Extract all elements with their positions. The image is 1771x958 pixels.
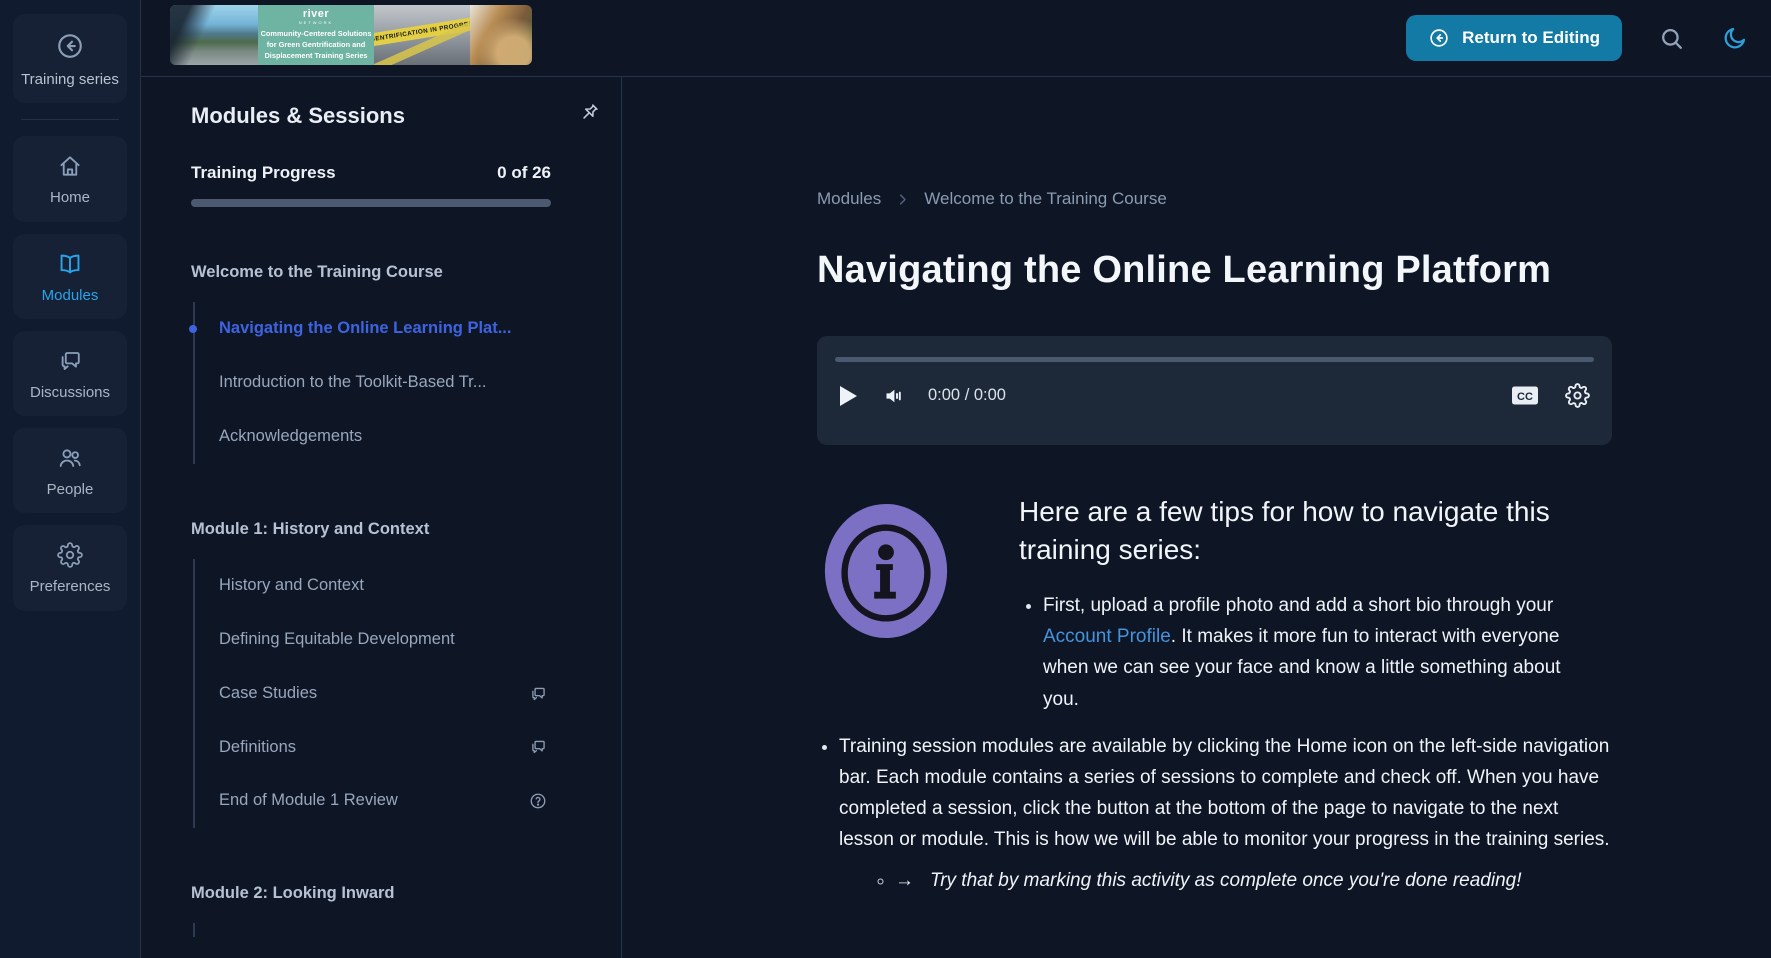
captions-button[interactable]: CC	[1511, 385, 1539, 406]
rail-divider	[21, 119, 119, 121]
progress-bar	[191, 199, 551, 207]
banner-photo-gentrification: GENTRIFICATION IN PROGRESS	[374, 5, 470, 65]
breadcrumb: Modules Welcome to the Training Course	[817, 189, 1612, 209]
info-icon	[817, 501, 955, 641]
rail-item-label: Discussions	[29, 383, 111, 401]
session-item[interactable]: Acknowledgements	[219, 410, 551, 464]
page-title: Navigating the Online Learning Platform	[817, 249, 1552, 291]
back-label: Training series	[21, 71, 119, 88]
chevron-right-icon	[895, 192, 910, 207]
module-section-title: Welcome to the Training Course	[191, 263, 443, 281]
sidebar-item-preferences[interactable]: Preferences	[13, 525, 127, 611]
seek-bar[interactable]	[835, 336, 1594, 362]
gear-icon	[57, 542, 83, 569]
tip-item-profile: First, upload a profile photo and add a …	[1043, 590, 1591, 715]
volume-button[interactable]	[882, 384, 906, 408]
session-item[interactable]: Definitions	[219, 721, 551, 775]
banner-photo-riverwalk	[170, 5, 258, 65]
tip-subitem-mark-complete: →Try that by marking this activity as co…	[895, 865, 1612, 896]
session-item[interactable]: History and Context	[219, 559, 551, 613]
discussion-icon	[529, 738, 547, 756]
progress-count: 0 of 26	[497, 163, 551, 182]
pin-panel-button[interactable]	[576, 101, 601, 126]
quiz-question-icon	[529, 792, 547, 810]
back-to-training-series[interactable]: Training series	[13, 14, 127, 104]
modules-sessions-panel: Modules & Sessions Training Progress 0 o…	[141, 77, 622, 958]
rail-item-label: Modules	[41, 286, 99, 304]
discussion-icon	[529, 685, 547, 703]
player-controls: 0:00 / 0:00 CC	[817, 383, 1612, 408]
time-display: 0:00 / 0:00	[928, 386, 1006, 404]
arrow-right-glyph: →	[895, 870, 914, 892]
dark-mode-toggle[interactable]	[1721, 25, 1748, 52]
return-to-editing-button[interactable]: Return to Editing	[1406, 15, 1622, 61]
panel-title: Modules & Sessions	[191, 103, 405, 128]
sidebar-item-discussions[interactable]: Discussions	[13, 330, 127, 416]
top-header: river NETWORK Community-Centered Solutio…	[141, 0, 1771, 77]
module-section-title: Module 1: History and Context	[191, 519, 430, 538]
breadcrumb-modules[interactable]: Modules	[817, 189, 881, 209]
people-icon	[57, 445, 83, 471]
player-settings-button[interactable]	[1565, 383, 1590, 408]
course-banner-image: river NETWORK Community-Centered Solutio…	[170, 5, 532, 65]
session-item-current[interactable]: Navigating the Online Learning Plat...	[189, 302, 551, 356]
home-icon	[57, 153, 83, 179]
audio-player: 0:00 / 0:00 CC	[817, 336, 1612, 445]
tip-item-modules: Training session modules are available b…	[839, 731, 1612, 897]
tips-heading: Here are a few tips for how to navigate …	[1019, 496, 1550, 565]
search-button[interactable]	[1658, 25, 1685, 52]
session-list: History and Context Defining Equitable D…	[193, 558, 551, 829]
session-item[interactable]: End of Module 1 Review	[219, 774, 551, 828]
sidebar-item-modules[interactable]: Modules	[13, 233, 127, 319]
book-open-icon	[57, 251, 83, 277]
session-list: Navigating the Online Learning Plat... I…	[189, 302, 551, 464]
top-actions: Return to Editing	[1406, 15, 1748, 61]
chat-bubbles-icon	[57, 348, 83, 374]
arrow-left-circle-icon	[1428, 27, 1450, 49]
sidebar-item-people[interactable]: People	[13, 428, 127, 514]
breadcrumb-current[interactable]: Welcome to the Training Course	[924, 189, 1167, 209]
sidebar-item-home[interactable]: Home	[13, 136, 127, 222]
session-item[interactable]: Case Studies	[219, 667, 551, 721]
progress-label: Training Progress	[191, 163, 336, 182]
rail-item-label: People	[46, 481, 94, 498]
rail-item-label: Home	[49, 189, 90, 207]
session-item[interactable]: Defining Equitable Development	[219, 613, 551, 667]
rail-item-label: Preferences	[29, 578, 111, 596]
banner-photo-meeting	[470, 5, 532, 65]
current-session-dot	[189, 324, 197, 333]
tips-list-continued: Training session modules are available b…	[817, 731, 1612, 897]
arrow-left-circle-icon	[55, 31, 85, 61]
left-nav-rail: Training series Home Modules Discussions	[0, 0, 141, 958]
lesson-content: Modules Welcome to the Training Course N…	[622, 77, 1771, 958]
tips-list: First, upload a profile photo and add a …	[1019, 590, 1591, 715]
training-progress: Training Progress 0 of 26	[191, 163, 551, 183]
session-item[interactable]: Introduction to the Toolkit-Based Tr...	[219, 356, 551, 410]
river-network-logo: river	[302, 7, 330, 20]
session-list	[193, 923, 551, 938]
svg-text:CC: CC	[1517, 391, 1533, 403]
banner-title-panel: river NETWORK Community-Centered Solutio…	[258, 5, 374, 65]
play-button[interactable]	[839, 385, 858, 407]
module-section-title: Module 2: Looking Inward	[191, 884, 395, 903]
account-profile-link[interactable]: Account Profile	[1043, 626, 1171, 647]
